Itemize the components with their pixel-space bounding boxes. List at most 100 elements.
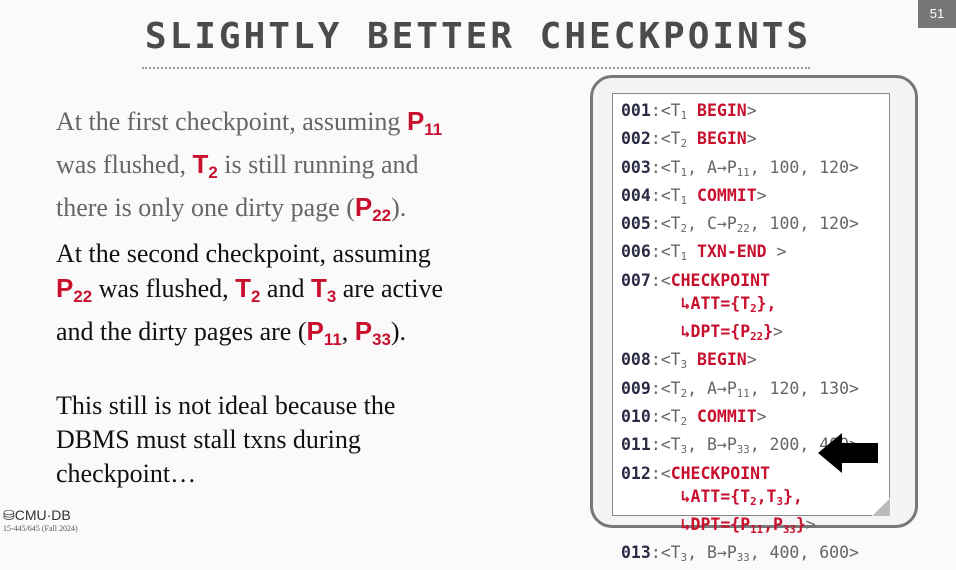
log-token: 001 bbox=[621, 101, 651, 120]
log-record: 007:<CHECKPOINT bbox=[621, 269, 859, 292]
text-run: At the first checkpoint, assuming bbox=[56, 107, 407, 136]
log-token: 007 bbox=[621, 270, 651, 290]
log-token: :< bbox=[650, 270, 671, 290]
log-token: } bbox=[763, 322, 773, 342]
log-token: > bbox=[756, 407, 767, 427]
text-run: ). bbox=[391, 193, 407, 223]
log-record: ↳DPT={P11,P33}> bbox=[621, 513, 859, 541]
log-token: :<T3 bbox=[650, 543, 688, 565]
log-token: :< bbox=[650, 463, 671, 483]
log-token: 008 bbox=[621, 350, 651, 370]
log-token: }, bbox=[782, 486, 803, 506]
log-token: :<T3 bbox=[650, 435, 688, 457]
log-token: , 120, 130> bbox=[749, 378, 859, 398]
log-token: > bbox=[756, 185, 767, 205]
text-run: T3 bbox=[310, 273, 337, 307]
log-token: :<T2 bbox=[650, 378, 688, 400]
log-token: :<T1 bbox=[650, 185, 688, 208]
text-run: , bbox=[341, 317, 355, 347]
log-token: 003 bbox=[621, 157, 651, 177]
log-token: > bbox=[805, 515, 816, 535]
log-token: > bbox=[773, 322, 783, 342]
log-token: 013 bbox=[621, 543, 651, 563]
log-token: ↳ATT={T2 bbox=[621, 293, 757, 316]
log-token: :<T1 bbox=[650, 157, 688, 179]
log-token: 010 bbox=[621, 407, 651, 427]
log-token: TXN-END bbox=[687, 242, 767, 262]
log-token: , 100, 120> bbox=[749, 157, 859, 177]
text-run: P11 bbox=[306, 316, 342, 350]
log-token: > bbox=[746, 129, 757, 149]
log-record: ↳ATT={T2,T3}, bbox=[621, 485, 859, 513]
log-record: 013:<T3, B→P33, 400, 600> bbox=[621, 541, 859, 569]
log-record: 010:<T2 COMMIT> bbox=[621, 405, 859, 433]
log-record: 009:<T2, A→P11, 120, 130> bbox=[621, 377, 859, 405]
log-token: COMMIT bbox=[687, 185, 757, 205]
log-token: , B→P33 bbox=[687, 435, 750, 457]
log-token: :<T2 bbox=[650, 407, 688, 429]
log-record: 008:<T3 BEGIN> bbox=[621, 348, 859, 376]
paragraph: At the first checkpoint, assuming P11 was… bbox=[56, 104, 556, 233]
log-token: ,T3 bbox=[756, 486, 783, 508]
log-token: ,P33 bbox=[763, 515, 796, 537]
log-token: CHECKPOINT bbox=[670, 270, 771, 290]
text-run: and bbox=[260, 274, 311, 304]
page-curl bbox=[872, 498, 890, 516]
log-token: , B→P33 bbox=[687, 543, 750, 565]
log-token: , 400, 600> bbox=[749, 543, 859, 563]
log-token: :<T1 bbox=[650, 242, 688, 264]
slide-body: At the first checkpoint, assuming P11 was… bbox=[56, 104, 556, 495]
log-token: 012 bbox=[621, 463, 651, 483]
log-token: , A→P11 bbox=[687, 378, 750, 400]
log-token: 011 bbox=[621, 435, 651, 455]
page-number: 51 bbox=[918, 0, 956, 28]
log-token: , 100, 120> bbox=[749, 214, 859, 234]
log-token: :<T2 bbox=[650, 129, 688, 151]
log-token: 009 bbox=[621, 378, 651, 398]
log-token: 005 bbox=[621, 214, 651, 234]
title-divider bbox=[142, 67, 810, 69]
paragraph: This still is not ideal because the DBMS … bbox=[56, 389, 556, 491]
text-run: At the second checkpoint, assuming bbox=[56, 239, 431, 269]
log-token: 006 bbox=[621, 242, 651, 262]
log-token: ↳ATT={T2 bbox=[621, 486, 757, 508]
log-token: CHECKPOINT bbox=[670, 463, 771, 483]
log-token: 004 bbox=[621, 185, 651, 205]
paragraph: At the second checkpoint, assuming P22 wa… bbox=[56, 237, 556, 357]
log-token: ↳DPT={P11 bbox=[621, 515, 764, 537]
text-run: ). bbox=[390, 317, 407, 347]
log-token: > bbox=[746, 350, 757, 370]
log-token: BEGIN bbox=[687, 101, 747, 120]
log-record: ↳ATT={T2}, bbox=[621, 292, 859, 320]
log-token: , C→P22 bbox=[687, 214, 750, 236]
log-record: 004:<T1 COMMIT> bbox=[621, 184, 859, 212]
log-token: } bbox=[795, 515, 806, 535]
text-run: P33 bbox=[354, 316, 391, 350]
log-token: BEGIN bbox=[687, 350, 747, 370]
wal-log: 001:<T1 BEGIN> 002:<T2 BEGIN> 003:<T1, A→P… bbox=[621, 99, 859, 570]
course-label: 15-445/645 (Fall 2024) bbox=[3, 524, 78, 533]
text-run: P11 bbox=[406, 106, 443, 140]
log-token: > bbox=[746, 101, 757, 120]
text-run: T2 bbox=[235, 273, 261, 307]
text-run: P22 bbox=[354, 192, 392, 226]
log-token: BEGIN bbox=[687, 129, 747, 149]
text-run: was flushed, bbox=[92, 274, 236, 304]
text-run: This still is not ideal because the DBMS … bbox=[56, 391, 396, 489]
database-icon: ⛁ bbox=[3, 507, 15, 523]
text-run: T2 bbox=[192, 149, 218, 183]
log-token: COMMIT bbox=[687, 407, 757, 427]
log-token: ↳DPT={P22 bbox=[621, 322, 764, 344]
text-run: was flushed, bbox=[56, 150, 193, 180]
slide-title: SLIGHTLY BETTER CHECKPOINTS bbox=[144, 16, 812, 57]
log-token: , A→P11 bbox=[687, 157, 750, 179]
log-token: :<T2 bbox=[650, 214, 688, 236]
log-record: 001:<T1 BEGIN> bbox=[621, 99, 859, 127]
log-token: :<T3 bbox=[650, 350, 688, 372]
left-arrow-icon bbox=[818, 433, 878, 473]
log-record: 003:<T1, A→P11, 100, 120> bbox=[621, 156, 859, 184]
text-run: P22 bbox=[56, 273, 93, 307]
log-record: ↳DPT={P22}> bbox=[621, 320, 859, 348]
log-record: 002:<T2 BEGIN> bbox=[621, 127, 859, 155]
log-token: }, bbox=[756, 293, 777, 313]
